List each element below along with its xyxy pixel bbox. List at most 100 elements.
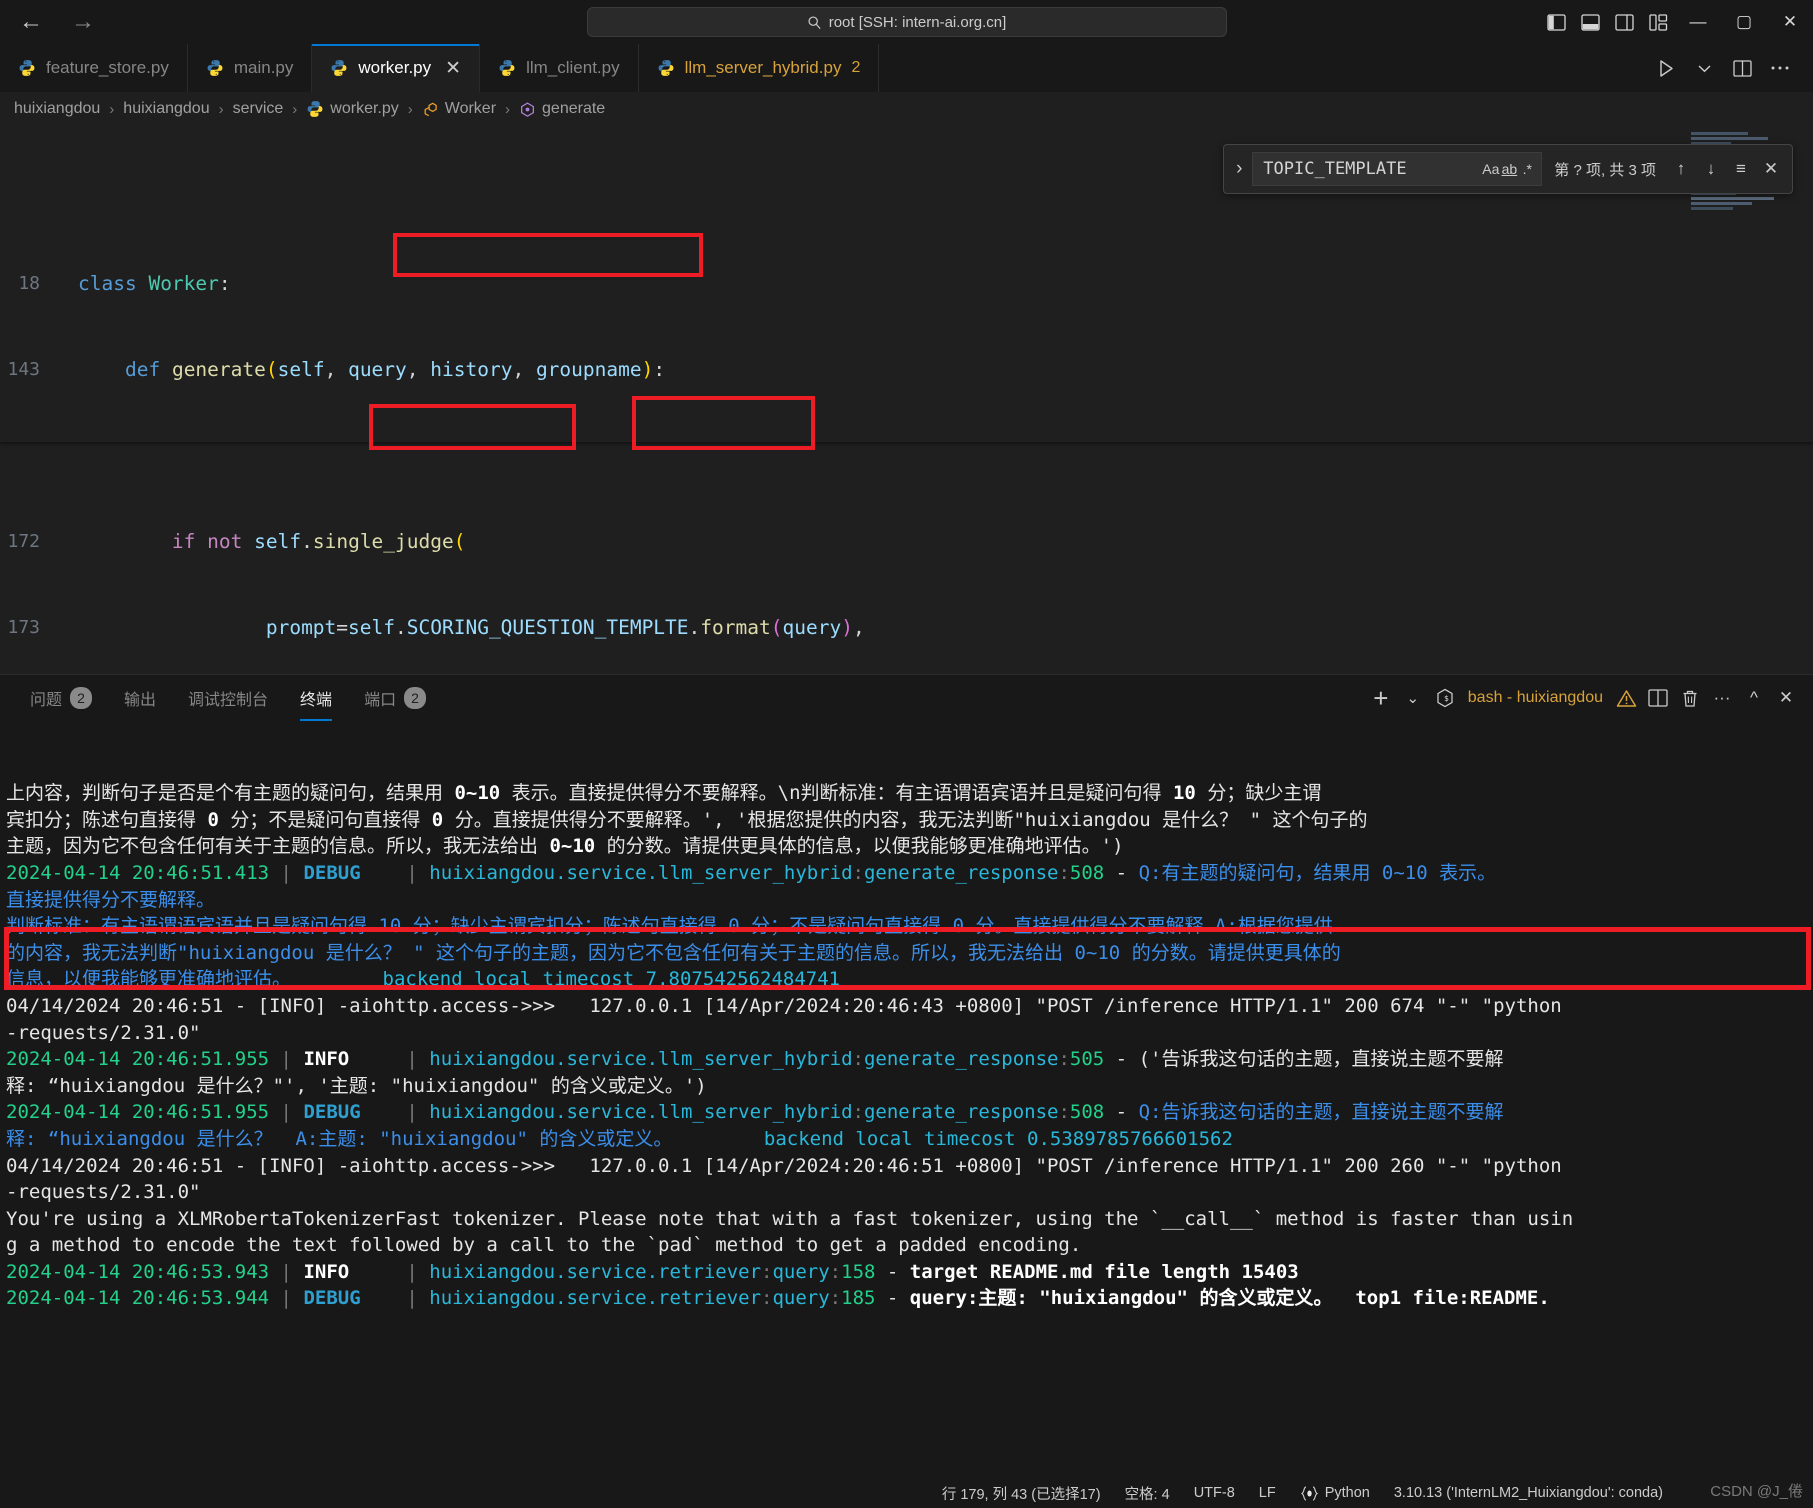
- terminal-text-segment: 508: [1069, 1101, 1105, 1124]
- terminal-text-segment: :: [829, 1287, 842, 1310]
- breadcrumb-item-0[interactable]: huixiangdou: [14, 100, 100, 118]
- terminal-text-segment: DEBUG: [303, 1101, 361, 1124]
- breadcrumb-label: huixiangdou: [123, 100, 210, 117]
- terminal-text-segment: :: [852, 1048, 864, 1071]
- status-encoding[interactable]: UTF-8: [1182, 1478, 1247, 1508]
- terminal-text-segment: 上内容，判断句子是否是个有主题的疑问句，结果用: [6, 782, 455, 805]
- panel-tab-ports[interactable]: 端口 2: [348, 675, 442, 721]
- panel-tab-terminal[interactable]: 终端: [284, 675, 348, 721]
- close-button[interactable]: ✕: [1767, 0, 1813, 44]
- split-editor-icon[interactable]: [1725, 44, 1759, 92]
- find-previous-icon[interactable]: ↑: [1666, 152, 1696, 186]
- code-editor[interactable]: 18 class Worker: 143 def generate(self, …: [0, 126, 1813, 674]
- terminal-text-segment: 分。直接提供得分不要解释。', '根据您提供的内容，我无法判断"huixiang…: [443, 808, 1151, 831]
- panel-toggle-icon[interactable]: [1573, 0, 1607, 44]
- tab-main[interactable]: main.py: [187, 44, 313, 92]
- tab-feature-store[interactable]: feature_store.py: [0, 44, 188, 92]
- breadcrumb-separator-icon: ›: [407, 100, 413, 118]
- terminal-text-segment: 的分数。请提供更具体的信息，以便我能够更准确地评估。'): [595, 835, 1124, 858]
- terminal-text-segment: 释: “huixiangdou: [6, 1127, 186, 1150]
- new-terminal-icon[interactable]: +: [1366, 675, 1396, 721]
- terminal-text-segment: 表示。直接提供得分不要解释。\n判断标准：有主语谓语宾语并且是疑问句得: [500, 782, 1173, 805]
- terminal-text-segment: |: [269, 1048, 304, 1071]
- terminal-text-segment: Q:有主题的疑问句，结果用: [1138, 861, 1382, 884]
- python-file-icon: [331, 60, 347, 76]
- terminal-text-segment: :: [761, 1260, 773, 1283]
- sticky-line-18[interactable]: 18 class Worker:: [0, 270, 1813, 299]
- terminal-text-segment: query:主题: "huixiangdou" 的含义或定义。: [909, 1287, 1333, 1310]
- warning-triangle-icon[interactable]: [1611, 675, 1641, 721]
- new-terminal-dropdown-icon[interactable]: ⌄: [1398, 675, 1428, 721]
- panel-header: 问题 2 输出 调试控制台 终端 端口 2 + ⌄ $ bash - huixi…: [0, 675, 1813, 721]
- terminal-text-segment: 2024-04-14 20:46:51.955: [6, 1101, 270, 1124]
- panel-tab-debug-console[interactable]: 调试控制台: [172, 675, 284, 721]
- method-symbol-icon: [521, 101, 534, 117]
- code-line-173[interactable]: 173 prompt=self.SCORING_QUESTION_TEMPLTE…: [0, 614, 1813, 643]
- secondary-sidebar-toggle-icon[interactable]: [1607, 0, 1641, 44]
- breadcrumb-item-3[interactable]: worker.py: [306, 100, 399, 118]
- breadcrumb-item-1[interactable]: huixiangdou: [123, 100, 209, 118]
- breadcrumb-item-5[interactable]: generate: [519, 100, 605, 118]
- breadcrumb-label: worker.py: [330, 100, 399, 117]
- tab-worker[interactable]: worker.py ✕: [312, 44, 481, 92]
- editor-tabs: feature_store.py main.py worker.py ✕ llm…: [0, 44, 880, 92]
- terminal-text-segment: -: [875, 1287, 910, 1310]
- tab-close-icon[interactable]: ✕: [445, 57, 461, 80]
- run-dropdown-icon[interactable]: [1687, 44, 1721, 92]
- tab-llm-client[interactable]: llm_client.py: [480, 44, 639, 92]
- run-python-file-icon[interactable]: [1649, 44, 1683, 92]
- primary-sidebar-toggle-icon[interactable]: [1539, 0, 1573, 44]
- breadcrumb-item-2[interactable]: service: [233, 100, 284, 118]
- panel-more-actions-icon[interactable]: ···: [1707, 675, 1737, 721]
- code-line-172[interactable]: 172 if not self.single_judge(: [0, 528, 1813, 557]
- customize-layout-icon[interactable]: [1641, 0, 1675, 44]
- terminal-line: 2024-04-14 20:46:53.943 | INFO | huixian…: [6, 1259, 1809, 1286]
- split-terminal-icon[interactable]: [1643, 675, 1673, 721]
- trash-icon[interactable]: [1675, 675, 1705, 721]
- status-cursor-position[interactable]: 行 179, 列 43 (已选择17): [930, 1478, 1113, 1508]
- terminal-text-segment: -: [1104, 1048, 1139, 1071]
- find-widget[interactable]: › Aa ab .* 第 ? 项, 共 3 项 ↑ ↓ ≡ ✕: [1223, 144, 1793, 194]
- terminal-text-segment: generate_response: [863, 861, 1059, 884]
- terminal-line: -requests/2.31.0": [6, 1020, 1809, 1047]
- problems-badge: 2: [70, 687, 93, 709]
- tab-llm-server-hybrid[interactable]: llm_server_hybrid.py 2: [638, 44, 880, 92]
- status-indentation[interactable]: 空格: 4: [1113, 1478, 1182, 1508]
- more-actions-icon[interactable]: [1763, 44, 1797, 92]
- minimize-button[interactable]: —: [1675, 0, 1721, 44]
- sticky-line-143[interactable]: 143 def generate(self, query, history, g…: [0, 356, 1813, 385]
- maximize-panel-icon[interactable]: ^: [1739, 675, 1769, 721]
- panel-tab-problems[interactable]: 问题 2: [14, 675, 108, 721]
- terminal-text-segment: 是什么？ " 这个句子的: [1150, 808, 1368, 831]
- terminal-text-segment: |: [269, 1287, 304, 1310]
- restore-button[interactable]: ▢: [1721, 0, 1767, 44]
- terminal-line: You're using a XLMRobertaTokenizerFast t…: [6, 1206, 1809, 1233]
- find-in-selection-icon[interactable]: ≡: [1726, 152, 1756, 186]
- tab-label: llm_client.py: [526, 58, 620, 77]
- match-case-option[interactable]: Aa: [1482, 156, 1499, 182]
- regex-option[interactable]: .*: [1519, 156, 1535, 182]
- forward-button[interactable]: →: [68, 7, 98, 37]
- terminal-output[interactable]: 上内容，判断句子是否是个有主题的疑问句，结果用 0~10 表示。直接提供得分不要…: [0, 721, 1813, 1478]
- panel-tab-output[interactable]: 输出: [108, 675, 172, 721]
- status-eol[interactable]: LF: [1247, 1478, 1288, 1508]
- terminal-line: 04/14/2024 20:46:51 - [INFO] -aiohttp.ac…: [6, 1153, 1809, 1180]
- terminal-line: 的内容，我无法判断"huixiangdou 是什么？ " 这个句子的主题，因为它…: [6, 940, 1809, 967]
- toggle-replace-icon[interactable]: ›: [1226, 144, 1252, 194]
- whole-word-option[interactable]: ab: [1501, 156, 1518, 182]
- back-button[interactable]: ←: [16, 7, 46, 37]
- breadcrumb-separator-icon: ›: [505, 100, 511, 118]
- find-close-icon[interactable]: ✕: [1756, 152, 1786, 186]
- breadcrumb-separator-icon: ›: [292, 100, 298, 118]
- terminal-text-segment: 直接提供得分不要解释。: [6, 888, 216, 911]
- breadcrumb-item-4[interactable]: Worker: [422, 100, 496, 118]
- terminal-text-segment: target README.md file length 15403: [909, 1260, 1299, 1283]
- close-panel-icon[interactable]: ✕: [1771, 675, 1801, 721]
- find-next-icon[interactable]: ↓: [1696, 152, 1726, 186]
- terminal-name[interactable]: bash - huixiangdou: [1462, 689, 1609, 707]
- status-language-mode[interactable]: Python: [1288, 1478, 1382, 1508]
- find-input[interactable]: [1263, 159, 1481, 179]
- vscode-window: ← → root [SSH: intern-ai.org.cn] — ▢ ✕ f…: [0, 0, 1813, 1508]
- find-input-wrapper[interactable]: Aa ab .*: [1252, 152, 1543, 186]
- quick-input-bar[interactable]: root [SSH: intern-ai.org.cn]: [586, 7, 1227, 37]
